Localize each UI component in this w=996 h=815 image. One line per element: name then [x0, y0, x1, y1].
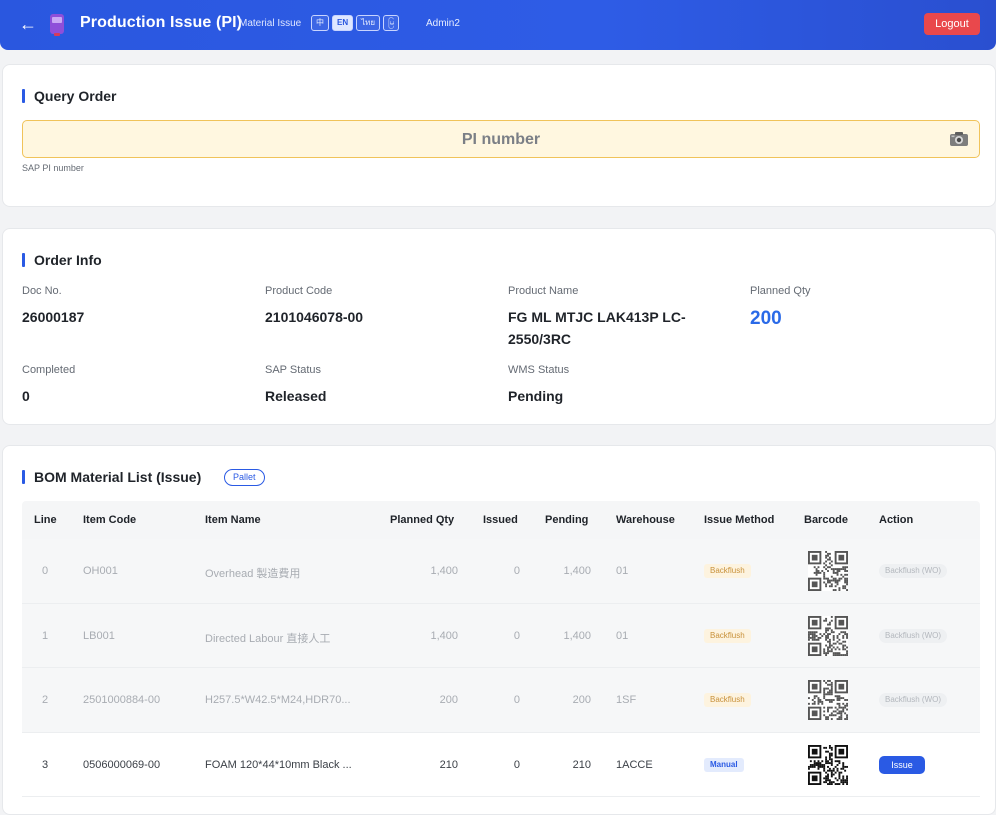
doc-no-label: Doc No.	[22, 285, 62, 297]
product-code-label: Product Code	[265, 285, 333, 297]
row-planned: 210	[439, 758, 458, 771]
user-name: Admin2	[426, 18, 460, 29]
row-item-name: Overhead 製造費用	[205, 568, 301, 580]
product-code-value: 2101046078-00	[265, 309, 364, 325]
table-header: Line Item Code Item Name Planned Qty Iss…	[22, 501, 980, 539]
planned-qty-value: 200	[750, 308, 782, 329]
completed-label: Completed	[22, 364, 76, 376]
row-pending: 1,400	[563, 629, 591, 642]
issue-method-badge: Manual	[704, 757, 744, 772]
camera-icon[interactable]	[949, 131, 969, 147]
order-info-card: Order Info Doc No. 26000187 Product Code…	[2, 228, 996, 425]
lang-my-button[interactable]: မြ	[383, 15, 400, 31]
bom-title: BOM Material List (Issue)	[22, 469, 201, 485]
row-pending: 1,400	[563, 565, 591, 577]
query-order-card: Query Order PI number SAP PI number	[2, 64, 996, 207]
table-row: 3 0506000069-00 FOAM 120*44*10mm Black .…	[22, 733, 980, 797]
sap-status-label: SAP Status	[265, 364, 322, 376]
completed-value: 0	[22, 388, 30, 404]
pi-number-hint: SAP PI number	[22, 163, 84, 173]
col-item-name: Item Name	[205, 514, 261, 526]
pi-number-input[interactable]: PI number	[22, 120, 980, 158]
col-action: Action	[879, 514, 914, 526]
pallet-tag[interactable]: Pallet	[224, 469, 265, 486]
planned-qty-label: Planned Qty	[750, 285, 811, 297]
issue-method-badge: Backflush	[704, 564, 751, 578]
row-line: 1	[42, 629, 49, 642]
qr-code-icon	[808, 551, 848, 591]
wms-status-value: Pending	[508, 388, 564, 404]
issue-method-badge: Backflush	[704, 628, 751, 643]
app-logo-icon	[50, 14, 64, 36]
row-item-name: Directed Labour 直接人工	[205, 632, 331, 645]
row-item-name: H257.5*W42.5*M24,HDR70...	[205, 694, 351, 706]
app-header: ← Production Issue (PI) Material Issue 中…	[0, 0, 996, 50]
language-switcher: 中 EN ไทย မြ	[311, 15, 400, 31]
table-row: 2 2501000884-00 H257.5*W42.5*M24,HDR70..…	[22, 668, 980, 733]
order-info-title: Order Info	[22, 252, 102, 268]
action-disabled-badge: Backflush (WO)	[879, 628, 948, 643]
row-issued: 0	[513, 565, 520, 577]
bom-table: Line Item Code Item Name Planned Qty Iss…	[22, 501, 980, 797]
col-issue-method: Issue Method	[704, 514, 775, 526]
col-planned-qty: Planned Qty	[390, 514, 455, 526]
row-planned: 1,400	[430, 629, 458, 642]
row-line: 2	[42, 694, 49, 706]
row-planned: 1,400	[430, 565, 458, 577]
row-item-name: FOAM 120*44*10mm Black ...	[205, 758, 352, 771]
row-planned: 200	[439, 694, 458, 706]
qr-code-icon	[808, 680, 848, 720]
sap-status-value: Released	[265, 388, 327, 404]
logout-button[interactable]: Logout	[924, 13, 980, 35]
col-line: Line	[34, 514, 57, 526]
page-subtitle: Material Issue	[239, 18, 302, 29]
row-warehouse: 1ACCE	[616, 758, 653, 771]
issue-method-badge: Backflush	[704, 693, 751, 707]
row-item-code: LB001	[83, 629, 115, 642]
qr-code-icon	[808, 615, 848, 656]
row-issued: 0	[513, 758, 520, 771]
pi-number-placeholder: PI number	[461, 131, 541, 148]
row-issued: 0	[513, 629, 520, 642]
lang-zh-button[interactable]: 中	[311, 15, 329, 31]
back-arrow-icon[interactable]: ←	[18, 14, 38, 34]
lang-en-button[interactable]: EN	[332, 15, 354, 31]
qr-code-icon	[808, 744, 848, 785]
row-warehouse: 01	[616, 565, 629, 577]
col-barcode: Barcode	[804, 514, 849, 526]
wms-status-label: WMS Status	[508, 364, 570, 376]
issue-button[interactable]: Issue	[879, 755, 925, 774]
row-warehouse: 01	[616, 629, 629, 642]
query-order-title: Query Order	[22, 88, 116, 104]
row-pending: 210	[572, 758, 591, 771]
row-item-code: 2501000884-00	[83, 694, 161, 706]
action-disabled-badge: Backflush (WO)	[879, 693, 948, 707]
col-item-code: Item Code	[83, 514, 137, 526]
row-line: 3	[42, 758, 49, 771]
page-title: Production Issue (PI)	[80, 14, 243, 31]
row-item-code: OH001	[83, 565, 118, 577]
row-item-code: 0506000069-00	[83, 758, 161, 771]
table-row: 1 LB001 Directed Labour 直接人工 1,400 0 1,4…	[22, 603, 980, 668]
lang-th-button[interactable]: ไทย	[356, 15, 381, 31]
table-row: 0 OH001 Overhead 製造費用 1,400 0 1,400 01 B…	[22, 539, 980, 604]
product-name-value: FG ML MTJC LAK413P LC-2550/3RC	[508, 309, 686, 347]
bom-card: BOM Material List (Issue) Pallet Line It…	[2, 445, 996, 815]
row-line: 0	[42, 565, 49, 577]
row-issued: 0	[513, 694, 520, 706]
row-warehouse: 1SF	[616, 694, 637, 706]
action-disabled-badge: Backflush (WO)	[879, 564, 948, 578]
doc-no-value: 26000187	[22, 309, 85, 325]
col-pending: Pending	[545, 514, 589, 526]
col-warehouse: Warehouse	[616, 514, 675, 526]
product-name-label: Product Name	[508, 285, 579, 297]
row-pending: 200	[572, 694, 591, 706]
col-issued: Issued	[483, 514, 518, 526]
